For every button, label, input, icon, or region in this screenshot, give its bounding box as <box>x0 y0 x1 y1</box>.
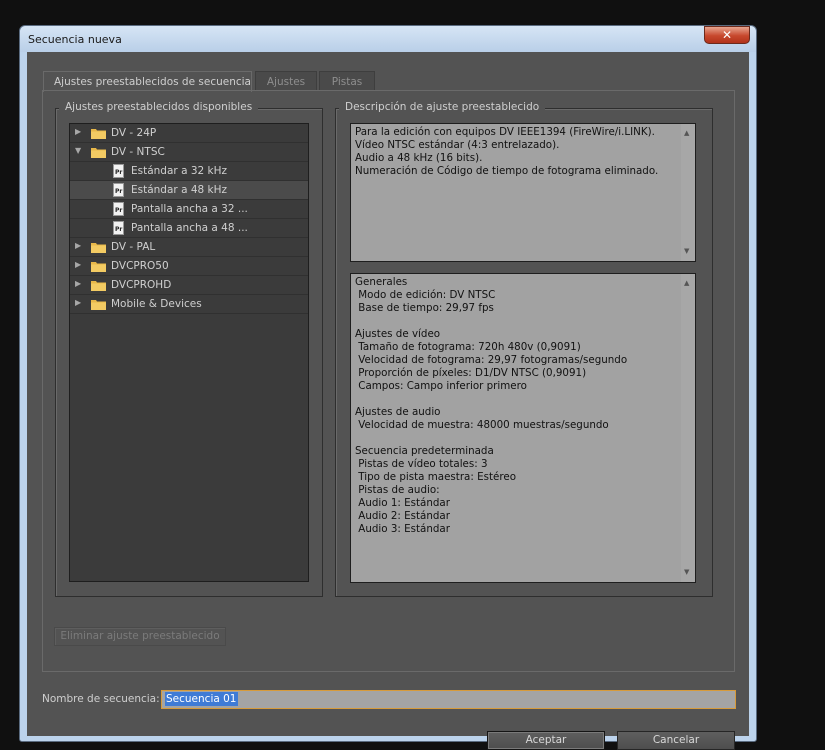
tab-panel: Ajustes preestablecidos disponibles ▶ DV… <box>42 90 735 672</box>
preset-description-title: Descripción de ajuste preestablecido <box>339 101 546 113</box>
preset-details-text: Generales Modo de edición: DV NTSC Base … <box>355 276 628 535</box>
preset-summary-box[interactable]: Para la edición con equipos DV IEEE1394 … <box>350 123 696 262</box>
tab-settings[interactable]: Ajustes <box>255 71 317 90</box>
summary-scrollbar[interactable]: ▲ ▼ <box>681 124 695 261</box>
tree-item-mobile-devices[interactable]: ▶ Mobile & Devices <box>70 295 308 314</box>
tab-label: Pistas <box>331 76 363 88</box>
preset-summary-text: Para la edición con equipos DV IEEE1394 … <box>355 126 659 177</box>
scroll-up-icon[interactable]: ▲ <box>684 127 689 140</box>
premiere-preset-icon: Pr <box>113 202 124 216</box>
available-presets-group: Ajustes preestablecidos disponibles ▶ DV… <box>55 101 323 597</box>
folder-icon <box>91 129 106 139</box>
sequence-name-label: Nombre de secuencia: <box>42 693 160 705</box>
tree-item-label: DV - PAL <box>111 241 156 253</box>
expand-arrow-icon[interactable]: ▶ <box>75 298 81 307</box>
tree-item-standard-32khz[interactable]: Pr Estándar a 32 kHz <box>70 162 308 181</box>
preset-description-group: Descripción de ajuste preestablecido Par… <box>335 101 713 597</box>
close-icon: ✕ <box>721 28 733 42</box>
presets-tree[interactable]: ▶ DV - 24P ▼ DV - NTSC Pr Estándar a 32 … <box>69 123 309 582</box>
title-bar[interactable]: Secuencia nueva ✕ <box>20 26 756 52</box>
tab-label: Ajustes <box>266 76 306 88</box>
tree-item-dv-pal[interactable]: ▶ DV - PAL <box>70 238 308 257</box>
folder-icon <box>91 243 106 253</box>
folder-icon <box>91 281 106 291</box>
premiere-preset-icon: Pr <box>113 164 124 178</box>
tree-item-dvcprohd[interactable]: ▶ DVCPROHD <box>70 276 308 295</box>
delete-preset-button[interactable]: Eliminar ajuste preestablecido <box>54 627 226 646</box>
dialog-title: Secuencia nueva <box>28 33 122 46</box>
tree-item-dv-24p[interactable]: ▶ DV - 24P <box>70 124 308 143</box>
tree-item-standard-48khz[interactable]: Pr Estándar a 48 kHz <box>70 181 308 200</box>
available-presets-title: Ajustes preestablecidos disponibles <box>59 101 259 113</box>
close-button[interactable]: ✕ <box>704 26 750 44</box>
ok-button[interactable]: Aceptar <box>487 731 605 750</box>
preset-details-box[interactable]: Generales Modo de edición: DV NTSC Base … <box>350 273 696 583</box>
tree-item-dvcpro50[interactable]: ▶ DVCPRO50 <box>70 257 308 276</box>
expand-arrow-icon[interactable]: ▶ <box>75 260 81 269</box>
dialog-body: Ajustes preestablecidos de secuencia Aju… <box>27 52 749 750</box>
tree-item-widescreen-48khz[interactable]: Pr Pantalla ancha a 48 ... <box>70 219 308 238</box>
tree-item-label: DV - NTSC <box>111 146 165 158</box>
sequence-name-input[interactable]: Secuencia 01 <box>161 690 736 709</box>
scroll-down-icon[interactable]: ▼ <box>684 566 689 579</box>
tab-tracks[interactable]: Pistas <box>319 71 375 90</box>
tree-item-widescreen-32khz[interactable]: Pr Pantalla ancha a 32 ... <box>70 200 308 219</box>
tree-item-dv-ntsc[interactable]: ▼ DV - NTSC <box>70 143 308 162</box>
sequence-name-value: Secuencia 01 <box>165 692 238 706</box>
premiere-preset-icon: Pr <box>113 183 124 197</box>
expand-arrow-icon[interactable]: ▶ <box>75 127 81 136</box>
expand-arrow-icon[interactable]: ▶ <box>75 279 81 288</box>
premiere-preset-icon: Pr <box>113 221 124 235</box>
tree-item-label: Pantalla ancha a 32 ... <box>131 203 248 215</box>
tree-item-label: DVCPROHD <box>111 279 172 291</box>
tree-item-label: DV - 24P <box>111 127 157 139</box>
tree-item-label: Pantalla ancha a 48 ... <box>131 222 248 234</box>
scroll-up-icon[interactable]: ▲ <box>684 277 689 290</box>
tree-item-label: Estándar a 32 kHz <box>131 165 228 177</box>
scroll-down-icon[interactable]: ▼ <box>684 245 689 258</box>
collapse-arrow-icon[interactable]: ▼ <box>75 146 81 155</box>
folder-icon <box>91 262 106 272</box>
new-sequence-dialog: Secuencia nueva ✕ Ajustes preestablecido… <box>19 25 757 750</box>
tree-item-label: DVCPRO50 <box>111 260 169 272</box>
folder-icon <box>91 300 106 310</box>
tree-item-label: Estándar a 48 kHz <box>131 184 228 196</box>
tree-item-label: Mobile & Devices <box>111 298 202 310</box>
tab-sequence-presets[interactable]: Ajustes preestablecidos de secuencia <box>43 71 252 92</box>
tab-label: Ajustes preestablecidos de secuencia <box>54 76 251 88</box>
details-scrollbar[interactable]: ▲ ▼ <box>681 274 695 582</box>
expand-arrow-icon[interactable]: ▶ <box>75 241 81 250</box>
folder-open-icon <box>91 148 106 158</box>
cancel-button[interactable]: Cancelar <box>617 731 735 750</box>
